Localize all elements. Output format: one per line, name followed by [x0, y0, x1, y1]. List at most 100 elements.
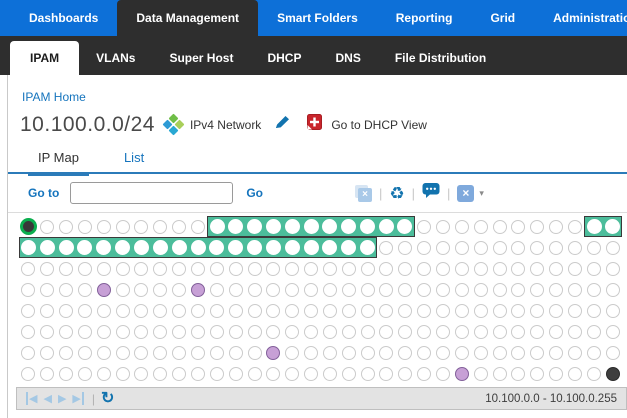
ip-cell[interactable] [415, 342, 434, 363]
ip-cell[interactable] [151, 363, 170, 384]
ip-cell[interactable] [38, 342, 57, 363]
ip-cell[interactable] [321, 321, 340, 342]
ip-cell[interactable] [396, 363, 415, 384]
subnav-tab-file-distribution[interactable]: File Distribution [378, 41, 503, 75]
ip-cell[interactable] [509, 258, 528, 279]
subnav-tab-ipam[interactable]: IPAM [10, 41, 79, 75]
ip-cell[interactable] [471, 237, 490, 258]
ip-cell[interactable] [132, 216, 151, 237]
ip-cell[interactable] [113, 279, 132, 300]
subnav-tab-dhcp[interactable]: DHCP [250, 41, 318, 75]
ip-cell[interactable] [377, 258, 396, 279]
ip-cell[interactable] [151, 237, 170, 258]
ip-cell[interactable] [170, 258, 189, 279]
ip-cell[interactable] [57, 363, 76, 384]
ip-cell[interactable] [283, 258, 302, 279]
ip-cell[interactable] [339, 363, 358, 384]
ip-cell[interactable] [283, 216, 302, 237]
ip-cell[interactable] [528, 300, 547, 321]
ip-cell[interactable] [603, 342, 622, 363]
ip-cell[interactable] [509, 363, 528, 384]
ip-cell[interactable] [283, 342, 302, 363]
ip-cell[interactable] [94, 258, 113, 279]
ip-cell[interactable] [490, 279, 509, 300]
ip-cell[interactable] [264, 216, 283, 237]
comment-icon[interactable] [422, 182, 440, 204]
ip-cell[interactable] [113, 300, 132, 321]
ip-cell[interactable] [38, 258, 57, 279]
ip-cell[interactable] [113, 216, 132, 237]
ip-cell[interactable] [19, 300, 38, 321]
ip-cell[interactable] [358, 300, 377, 321]
ip-cell[interactable] [132, 237, 151, 258]
ip-cell[interactable] [358, 237, 377, 258]
recycle-icon[interactable]: ♻ [389, 185, 404, 202]
ip-cell[interactable] [245, 216, 264, 237]
ip-cell[interactable] [603, 300, 622, 321]
ip-cell[interactable] [226, 258, 245, 279]
ip-cell[interactable] [377, 237, 396, 258]
ip-cell[interactable] [132, 363, 151, 384]
refresh-icon[interactable]: ↻ [101, 391, 114, 407]
ip-cell[interactable] [38, 216, 57, 237]
ip-cell[interactable] [76, 216, 95, 237]
ip-cell[interactable] [339, 279, 358, 300]
ip-cell[interactable] [113, 363, 132, 384]
ip-cell[interactable] [377, 321, 396, 342]
ip-cell[interactable] [57, 342, 76, 363]
ip-cell[interactable] [226, 342, 245, 363]
ip-cell[interactable] [528, 342, 547, 363]
ip-cell[interactable] [264, 363, 283, 384]
ip-cell[interactable] [396, 216, 415, 237]
ip-cell[interactable] [283, 237, 302, 258]
ip-cell[interactable] [452, 363, 471, 384]
ip-cell[interactable] [76, 258, 95, 279]
ip-cell[interactable] [528, 321, 547, 342]
ip-cell[interactable] [528, 258, 547, 279]
ip-cell[interactable] [245, 342, 264, 363]
ip-cell[interactable] [189, 237, 208, 258]
ip-cell[interactable] [57, 321, 76, 342]
ip-cell[interactable] [452, 216, 471, 237]
ip-cell[interactable] [452, 321, 471, 342]
ip-cell[interactable] [245, 258, 264, 279]
ip-cell[interactable] [434, 237, 453, 258]
ip-cell[interactable] [565, 321, 584, 342]
ip-cell[interactable] [94, 363, 113, 384]
ip-cell[interactable] [434, 363, 453, 384]
ip-cell[interactable] [471, 300, 490, 321]
ip-cell[interactable] [226, 363, 245, 384]
ip-cell[interactable] [207, 300, 226, 321]
ip-cell[interactable] [603, 363, 622, 384]
ip-cell[interactable] [302, 321, 321, 342]
ip-cell[interactable] [547, 237, 566, 258]
ip-cell[interactable] [339, 321, 358, 342]
ip-cell[interactable] [358, 216, 377, 237]
prev-page-icon[interactable]: ◀ [43, 392, 51, 405]
ip-cell[interactable] [471, 342, 490, 363]
nav-administration[interactable]: Administration [534, 0, 627, 36]
ip-cell[interactable] [603, 216, 622, 237]
ip-cell[interactable] [584, 321, 603, 342]
ip-cell[interactable] [434, 300, 453, 321]
ip-cell[interactable] [170, 279, 189, 300]
ip-cell[interactable] [19, 216, 38, 237]
ip-cell[interactable] [509, 237, 528, 258]
ip-cell[interactable] [94, 237, 113, 258]
ip-cell[interactable] [471, 279, 490, 300]
ip-cell[interactable] [57, 279, 76, 300]
ip-cell[interactable] [509, 279, 528, 300]
ip-cell[interactable] [452, 342, 471, 363]
ip-cell[interactable] [170, 363, 189, 384]
ip-cell[interactable] [264, 342, 283, 363]
ip-cell[interactable] [434, 321, 453, 342]
ip-cell[interactable] [358, 258, 377, 279]
ip-cell[interactable] [264, 258, 283, 279]
ip-cell[interactable] [547, 279, 566, 300]
ip-cell[interactable] [321, 258, 340, 279]
ip-cell[interactable] [396, 258, 415, 279]
ip-cell[interactable] [151, 216, 170, 237]
ip-cell[interactable] [170, 321, 189, 342]
ip-cell[interactable] [415, 279, 434, 300]
ip-cell[interactable] [207, 279, 226, 300]
